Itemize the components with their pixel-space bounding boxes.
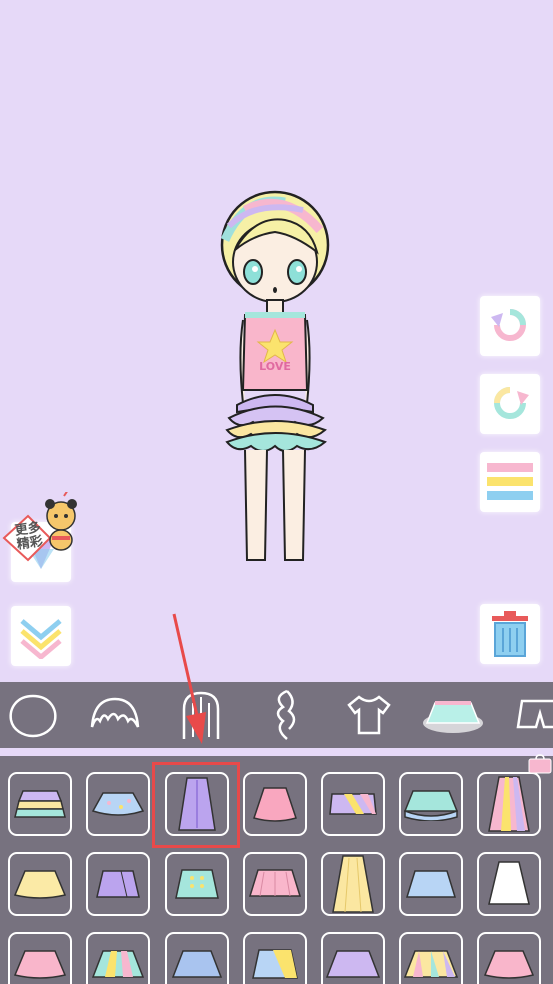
- pink-flare-skirt-icon: [253, 787, 297, 822]
- hair-ponytail-icon: [276, 689, 296, 740]
- hair-bangs-icon: [90, 697, 140, 728]
- item-tiered-skirt[interactable]: [8, 772, 72, 836]
- menu-button[interactable]: [480, 452, 540, 512]
- tab-face[interactable]: [0, 682, 66, 748]
- item-diagonal-stripe-skirt[interactable]: [243, 932, 307, 984]
- item-yellow-puff-skirt[interactable]: [8, 852, 72, 916]
- trash-button[interactable]: [480, 604, 540, 664]
- shorts-icon: [516, 699, 553, 729]
- tab-pants[interactable]: [506, 682, 553, 748]
- yellow-puff-skirt-icon: [13, 870, 67, 899]
- item-yellow-midi-skirt[interactable]: [321, 852, 385, 916]
- white-skirt-icon: [488, 861, 530, 905]
- redo-button[interactable]: [480, 374, 540, 434]
- character-avatar: LOVE: [220, 190, 330, 561]
- item-purple-wrap-skirt[interactable]: [86, 852, 150, 916]
- item-lavender-pleat-skirt[interactable]: [321, 932, 385, 984]
- rainbow-pleat-skirt-icon: [91, 950, 145, 978]
- long-purple-skirt-icon: [178, 777, 216, 831]
- collapse-button[interactable]: [11, 606, 71, 666]
- face-outline-icon: [9, 694, 57, 738]
- item-blue-pleat-skirt[interactable]: [399, 852, 463, 916]
- trash-icon: [492, 611, 528, 657]
- pink-pleat-skirt-icon: [248, 869, 302, 897]
- item-pink-ruffle-skirt[interactable]: [8, 932, 72, 984]
- undo-arrow-icon: [491, 309, 526, 341]
- pointer-arrow-icon: [172, 613, 206, 744]
- blue-pleat-skirt-icon: [405, 870, 457, 898]
- category-bar: [0, 682, 553, 748]
- item-pink-pleat-skirt[interactable]: [243, 852, 307, 916]
- mint-button-skirt-icon: [175, 869, 219, 899]
- diagonal-stripe-skirt-icon: [252, 949, 298, 979]
- redo-arrow-icon: [494, 387, 529, 419]
- tab-hair-side[interactable]: [252, 682, 318, 748]
- pink-bubble-skirt-icon: [483, 950, 535, 979]
- tiger-mascot-icon: [45, 492, 77, 551]
- stripe-mini-skirt-icon: [329, 793, 377, 815]
- item-white-skirt[interactable]: [477, 852, 541, 916]
- item-frill-blue-skirt[interactable]: [399, 772, 463, 836]
- blue-flare-skirt-icon: [171, 950, 223, 978]
- yellow-midi-skirt-icon: [332, 855, 374, 913]
- item-rainbow-pleat-skirt[interactable]: [86, 932, 150, 984]
- panel-divider: [0, 748, 553, 756]
- chevron-down-icon: [20, 619, 62, 659]
- undo-button[interactable]: [480, 296, 540, 356]
- pink-ruffle-skirt-icon: [13, 950, 67, 979]
- item-tutu-skirt[interactable]: [86, 772, 150, 836]
- purple-wrap-skirt-icon: [96, 870, 140, 898]
- tab-top[interactable]: [336, 682, 402, 748]
- item-blue-flare-skirt[interactable]: [165, 932, 229, 984]
- shirt-icon: [347, 695, 391, 735]
- shirt-text: LOVE: [259, 360, 291, 373]
- shop-bag-icon[interactable]: [528, 754, 552, 774]
- item-stripe-mini-skirt[interactable]: [321, 772, 385, 836]
- item-pastel-maxi-skirt[interactable]: [477, 772, 541, 836]
- item-rainbow-frill-skirt[interactable]: [399, 932, 463, 984]
- frill-blue-skirt-icon: [403, 790, 459, 821]
- rainbow-frill-skirt-icon: [403, 950, 459, 978]
- skirt-icon: [423, 701, 483, 733]
- tutu-skirt-icon: [91, 792, 145, 816]
- item-mint-button-skirt[interactable]: [165, 852, 229, 916]
- pastel-maxi-skirt-icon: [488, 776, 530, 832]
- item-pink-bubble-skirt[interactable]: [477, 932, 541, 984]
- item-long-purple-skirt[interactable]: [165, 772, 229, 836]
- item-grid: [0, 756, 553, 984]
- tab-skirt[interactable]: [420, 682, 486, 748]
- lavender-pleat-skirt-icon: [325, 950, 381, 978]
- tiered-skirt-icon: [14, 790, 66, 818]
- menu-bars-icon: [487, 463, 533, 500]
- tab-hair-front[interactable]: [82, 682, 148, 748]
- dressup-stage: LOVE 更多精彩: [0, 0, 553, 682]
- more-fun-promo[interactable]: 更多精彩: [2, 492, 82, 584]
- item-pink-flare-skirt[interactable]: [243, 772, 307, 836]
